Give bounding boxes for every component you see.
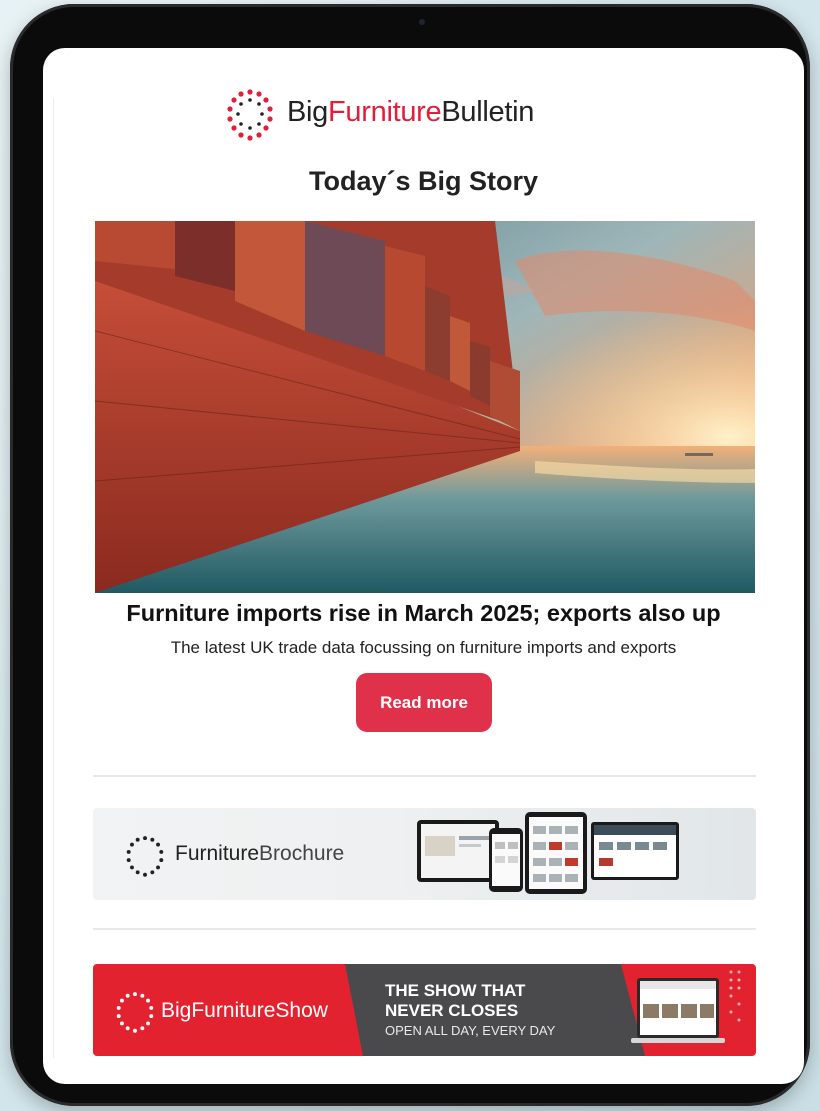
tablet-device: BigFurnitureBulletin Today´s Big Story F… (10, 4, 810, 1106)
brochure-word-furniture: Furniture (175, 842, 260, 865)
divider-top (93, 775, 756, 777)
laptop-mockup-image (631, 970, 741, 1043)
story-headline[interactable]: Furniture imports rise in March 2025; ex… (43, 600, 804, 627)
show-tagline-2: NEVER CLOSES (385, 1001, 519, 1020)
big-furniture-bulletin-logo[interactable]: BigFurnitureBulletin (223, 88, 623, 141)
furniture-brochure-banner[interactable]: FurnitureBrochure (93, 808, 756, 900)
divider-bottom (93, 928, 756, 930)
brochure-word-brochure: Brochure (259, 842, 345, 865)
device-mockups-image (417, 812, 679, 894)
big-furniture-show-banner[interactable]: BigFurnitureShow THE SHOW THAT NEVER CLO… (93, 964, 756, 1056)
show-tagline-3: OPEN ALL DAY, EVERY DAY (385, 1023, 556, 1038)
brochure-wordmark: FurnitureBrochure (175, 842, 344, 866)
show-word-show: Show (275, 999, 328, 1022)
camera-icon (419, 19, 425, 25)
read-more-button[interactable]: Read more (356, 673, 492, 732)
show-word-furniture: Furniture (191, 999, 276, 1022)
dotted-ring-logo-icon (126, 836, 164, 877)
logo-word-big: Big (287, 96, 329, 128)
logo-wordmark: BigFurnitureBulletin (287, 96, 534, 129)
logo-word-furniture: Furniture (328, 96, 442, 128)
dotted-ring-logo-icon (116, 992, 154, 1033)
story-summary: The latest UK trade data focussing on fu… (170, 638, 677, 657)
show-tagline-1: THE SHOW THAT (385, 981, 526, 1000)
show-wordmark: BigFurnitureShow (161, 999, 328, 1023)
email-screen: BigFurnitureBulletin Today´s Big Story F… (43, 48, 804, 1084)
section-heading: Today´s Big Story (308, 166, 539, 196)
container-ship-sunset-image (95, 221, 755, 593)
hero-image[interactable] (95, 221, 755, 593)
logo-word-bulletin: Bulletin (441, 96, 535, 128)
content-edge-divider (53, 98, 54, 1058)
show-word-big: Big (161, 999, 192, 1022)
dotted-ring-logo-icon (227, 89, 273, 141)
